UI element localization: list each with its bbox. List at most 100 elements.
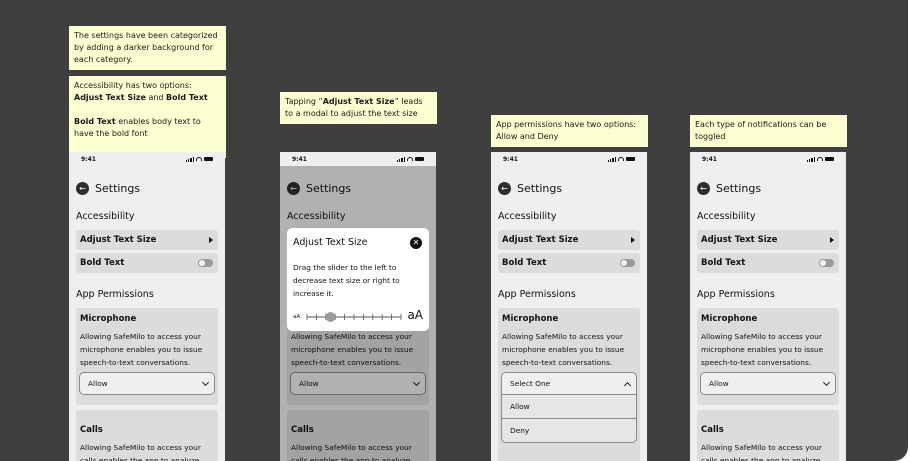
microphone-permission-select[interactable]: Allow: [79, 372, 215, 395]
note-bold: Bold Text: [74, 117, 116, 126]
annotation-note: Tapping “Adjust Text Size” leads to a mo…: [280, 92, 437, 124]
dropdown-option-deny[interactable]: Deny: [501, 418, 637, 443]
signal-icon: [607, 156, 616, 162]
large-text-label: aA: [407, 308, 423, 322]
signal-icon: [396, 156, 405, 162]
phone-screen-permission-dropdown: 9:41 ← Settings Accessibility Adjust Tex…: [491, 152, 647, 461]
status-bar: 9:41: [491, 152, 647, 166]
section-heading-accessibility: Accessibility: [498, 211, 557, 222]
bold-text-toggle[interactable]: [819, 259, 834, 267]
calls-card: Calls Allowing SafeMilo to access your c…: [697, 410, 839, 461]
bold-text-toggle[interactable]: [198, 259, 213, 267]
microphone-permission-select[interactable]: Select One: [501, 372, 637, 395]
phone-screen-notifications: 9:41 ← Settings Accessibility Adjust Tex…: [690, 152, 846, 461]
annotation-note: Accessibility has two options: Adjust Te…: [69, 76, 226, 158]
bold-text-row: Bold Text: [76, 253, 218, 273]
battery-icon: [415, 156, 424, 162]
card-description: Allowing SafeMilo to access your calls e…: [80, 443, 201, 461]
adjust-text-size-row[interactable]: Adjust Text Size: [498, 230, 640, 250]
text-size-slider[interactable]: [305, 310, 403, 324]
section-heading-accessibility: Accessibility: [697, 211, 756, 222]
adjust-text-size-row[interactable]: Adjust Text Size: [697, 230, 839, 250]
status-time: 9:41: [81, 155, 96, 163]
page-title: Settings: [716, 182, 762, 195]
status-bar: 9:41: [690, 152, 846, 166]
select-value: Allow: [709, 379, 729, 388]
row-label: Bold Text: [701, 258, 746, 268]
note-bold: Adjust Text Size: [74, 93, 146, 102]
annotation-note: Each type of notifications can be toggle…: [690, 115, 847, 147]
signal-icon: [806, 156, 815, 162]
row-label: Bold Text: [80, 258, 125, 268]
card-description: Allowing SafeMilo to access your microph…: [701, 332, 824, 367]
chevron-right-icon: [830, 237, 834, 243]
status-time: 9:41: [292, 155, 307, 163]
card-description: Allowing SafeMilo to access your calls e…: [701, 443, 822, 461]
header: ← Settings: [498, 182, 562, 195]
status-time: 9:41: [702, 155, 717, 163]
header: ← Settings: [76, 182, 140, 195]
section-heading-app-permissions: App Permissions: [697, 289, 775, 300]
chevron-up-icon: [623, 381, 632, 389]
select-value: Allow: [88, 379, 108, 388]
bold-text-row: Bold Text: [498, 253, 640, 273]
row-label: Adjust Text Size: [502, 235, 579, 245]
back-arrow-icon[interactable]: ←: [498, 182, 511, 195]
modal-description: Drag the slider to the left to decrease …: [293, 263, 400, 298]
row-label: Bold Text: [502, 258, 547, 268]
card-title: Calls: [80, 425, 103, 435]
slider-thumb[interactable]: [325, 312, 336, 322]
bold-text-toggle[interactable]: [620, 259, 635, 267]
status-time: 9:41: [503, 155, 518, 163]
adjust-text-size-row[interactable]: Adjust Text Size: [76, 230, 218, 250]
chevron-right-icon: [209, 237, 213, 243]
microphone-card: Microphone Allowing SafeMilo to access y…: [76, 308, 218, 405]
note-text: The settings have been categorized by ad…: [74, 31, 218, 64]
chevron-down-icon: [822, 378, 831, 386]
page-title: Settings: [517, 182, 563, 195]
small-text-label: aA: [293, 314, 301, 320]
back-arrow-icon[interactable]: ←: [76, 182, 89, 195]
close-icon[interactable]: ✕: [410, 237, 422, 249]
status-bar: 9:41: [69, 152, 225, 166]
note-bold: Bold Text: [166, 93, 208, 102]
card-title: Microphone: [701, 314, 758, 324]
signal-icon: [185, 156, 194, 162]
status-bar: 9:41: [280, 152, 436, 166]
card-title: Calls: [701, 425, 724, 435]
battery-icon: [825, 156, 834, 162]
phone-screen-text-size-modal: 9:41 ← Settings Accessibility Adjust Tex…: [280, 152, 436, 461]
microphone-card: Microphone Allowing SafeMilo to access y…: [697, 308, 839, 405]
note-text: and: [145, 93, 167, 102]
wifi-icon: [618, 157, 624, 161]
chevron-right-icon: [631, 237, 635, 243]
section-heading-app-permissions: App Permissions: [498, 289, 576, 300]
section-heading-accessibility: Accessibility: [76, 211, 135, 222]
back-arrow-icon[interactable]: ←: [697, 182, 710, 195]
battery-icon: [204, 156, 213, 162]
card-title: Microphone: [80, 314, 137, 324]
note-bold: Adjust Text Size: [322, 97, 395, 106]
phone-screen-settings: 9:41 ← Settings Accessibility Adjust Tex…: [69, 152, 225, 461]
adjust-text-size-modal: Adjust Text Size ✕ Drag the slider to th…: [287, 228, 429, 331]
note-text: Each type of notifications can be toggle…: [695, 120, 827, 141]
page-title: Settings: [95, 182, 141, 195]
microphone-card: Microphone Allowing SafeMilo to access y…: [498, 308, 640, 461]
microphone-permission-select[interactable]: Allow: [700, 372, 836, 395]
chevron-down-icon: [201, 378, 210, 386]
calls-card: Calls Allowing SafeMilo to access your c…: [76, 410, 218, 461]
row-label: Adjust Text Size: [80, 235, 157, 245]
card-description: Allowing SafeMilo to access your microph…: [502, 332, 625, 367]
select-placeholder: Select One: [510, 379, 551, 388]
row-label: Adjust Text Size: [701, 235, 778, 245]
modal-title: Adjust Text Size: [293, 237, 368, 248]
header: ← Settings: [697, 182, 761, 195]
card-title: Microphone: [502, 314, 559, 324]
dropdown-option-allow[interactable]: Allow: [501, 394, 637, 419]
annotation-note: The settings have been categorized by ad…: [69, 26, 226, 70]
note-text: Accessibility has two options:: [74, 81, 192, 90]
section-heading-app-permissions: App Permissions: [76, 289, 154, 300]
option-label: Allow: [510, 402, 530, 411]
canvas: The settings have been categorized by ad…: [0, 0, 908, 461]
option-label: Deny: [510, 426, 530, 435]
